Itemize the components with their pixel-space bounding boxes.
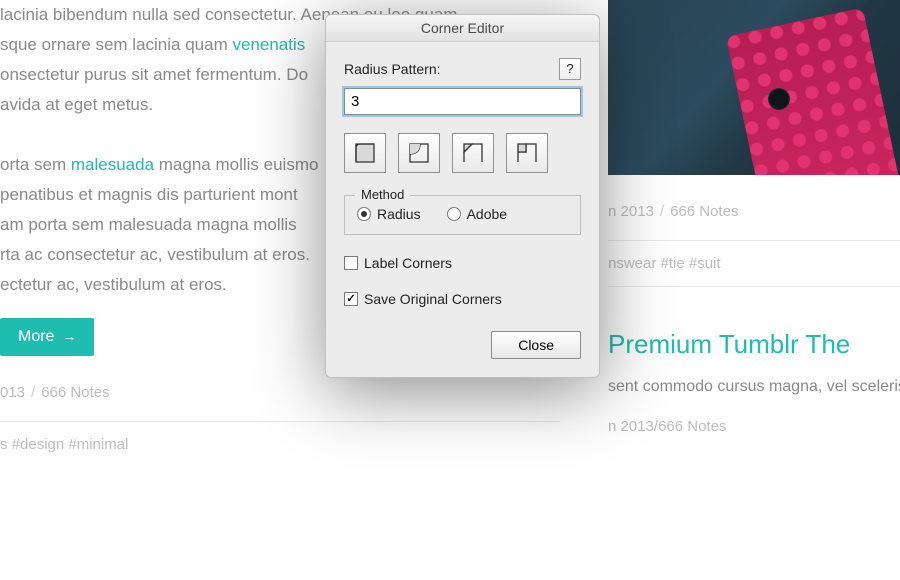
text: penatibus et magnis dis parturient mont — [0, 185, 298, 204]
radio-unselected-icon — [447, 207, 461, 221]
meta-notes: 666 Notes — [41, 384, 109, 401]
radio-label: Radius — [377, 206, 421, 222]
method-fieldset: Method Radius Adobe — [344, 195, 581, 235]
corner-editor-dialog: Corner Editor Radius Pattern: ? Method — [325, 14, 600, 378]
corner-style-rounded-concave[interactable] — [398, 133, 440, 173]
text: orta sem — [0, 155, 71, 174]
link-malesuada[interactable]: malesuada — [71, 155, 154, 174]
post-tags-right: nswear #tie #suit — [608, 240, 900, 287]
post-meta-right: n 2013/666 Notes — [608, 203, 900, 220]
text: onsectetur purus sit amet fermentum. Do — [0, 65, 308, 84]
checkbox-checked-icon — [344, 292, 358, 306]
post-subtitle: sent commodo cursus magna, vel scelerisq — [608, 378, 900, 396]
corner-inset-icon — [514, 140, 540, 166]
help-button[interactable]: ? — [559, 58, 581, 80]
radio-selected-icon — [357, 207, 371, 221]
meta-date: 013 — [0, 384, 25, 401]
post-meta-left: 013/666 Notes — [0, 384, 560, 401]
method-radio-radius[interactable]: Radius — [357, 206, 421, 222]
corner-rounded-convex-icon — [352, 140, 378, 166]
post-meta-right-2: n 2013/666 Notes — [608, 418, 900, 435]
save-original-checkbox[interactable]: Save Original Corners — [344, 291, 581, 307]
corner-style-row — [344, 133, 581, 173]
post-tags-left: s #design #minimal — [0, 421, 560, 453]
radius-pattern-input[interactable] — [344, 88, 581, 115]
more-button[interactable]: More → — [0, 318, 94, 356]
text: sque ornare sem lacinia quam — [0, 35, 232, 54]
checkbox-label: Label Corners — [364, 255, 452, 271]
meta-date: n 2013 — [608, 418, 654, 435]
suit-button-icon — [768, 88, 790, 110]
right-column: n 2013/666 Notes nswear #tie #suit Premi… — [608, 0, 900, 435]
checkbox-label: Save Original Corners — [364, 291, 502, 307]
meta-date: n 2013 — [608, 203, 654, 220]
corner-chamfer-icon — [460, 140, 486, 166]
radius-pattern-label: Radius Pattern: — [344, 61, 441, 77]
corner-style-chamfer[interactable] — [452, 133, 494, 173]
radio-label: Adobe — [467, 206, 507, 222]
text: rta ac consectetur ac, vestibulum at ero… — [0, 245, 310, 264]
post-title[interactable]: Premium Tumblr The — [608, 329, 900, 360]
post-image-suit — [608, 0, 900, 175]
dialog-body: Radius Pattern: ? Method Radius — [326, 42, 599, 377]
text: magna mollis euismo — [154, 155, 318, 174]
corner-rounded-concave-icon — [406, 140, 432, 166]
method-radio-adobe[interactable]: Adobe — [447, 206, 507, 222]
arrow-right-icon: → — [58, 328, 76, 344]
checkbox-unchecked-icon — [344, 256, 358, 270]
corner-style-rounded-convex[interactable] — [344, 133, 386, 173]
more-label: More — [18, 328, 54, 345]
meta-notes: 666 Notes — [658, 418, 726, 435]
label-corners-checkbox[interactable]: Label Corners — [344, 255, 581, 271]
text: avida at eget metus. — [0, 95, 153, 114]
dialog-title[interactable]: Corner Editor — [326, 15, 599, 42]
text: am porta sem malesuada magna mollis — [0, 215, 297, 234]
corner-style-inset[interactable] — [506, 133, 548, 173]
link-venenatis[interactable]: venenatis — [232, 35, 305, 54]
meta-notes: 666 Notes — [670, 203, 738, 220]
text: ectetur ac, vestibulum at eros. — [0, 275, 227, 294]
close-button[interactable]: Close — [491, 331, 581, 359]
method-legend: Method — [355, 187, 410, 202]
